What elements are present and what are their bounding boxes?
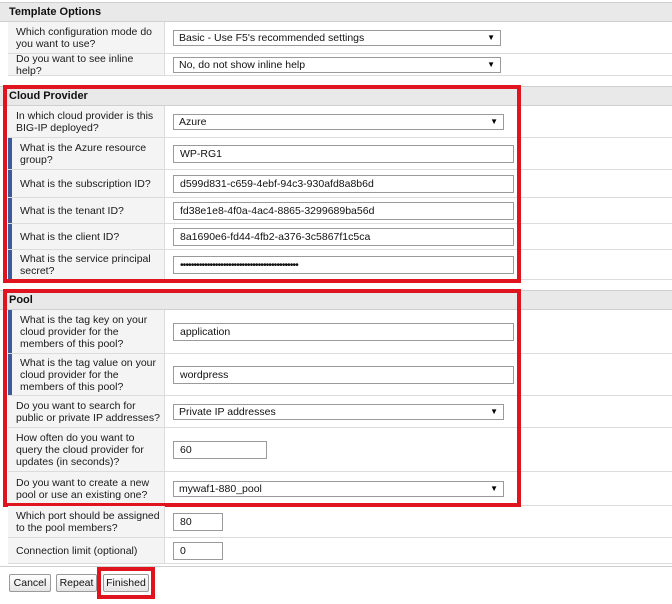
pool-choice-label: Do you want to create a new pool or use … — [8, 472, 165, 505]
connection-limit-input[interactable]: 0 — [173, 541, 223, 560]
ip-search-row: Do you want to search for public or priv… — [8, 396, 672, 428]
chevron-down-icon: ▼ — [490, 483, 498, 493]
cloud-provider-row: In which cloud provider is this BIG-IP d… — [8, 106, 672, 138]
cloud-provider-select[interactable]: Azure ▼ — [173, 113, 504, 130]
member-port-label: Which port should be assigned to the poo… — [8, 506, 165, 537]
subscription-id-label: What is the subscription ID? — [8, 170, 165, 197]
tag-value-input[interactable]: wordpress — [173, 365, 514, 384]
query-interval-row: How often do you want to query the cloud… — [8, 428, 672, 472]
principal-secret-input[interactable]: ••••••••••••••••••••••••••••••••••••••••… — [173, 255, 514, 274]
tenant-id-input[interactable]: fd38e1e8-4f0a-4ac4-8865-3299689ba56d — [173, 201, 514, 220]
subscription-id-input[interactable]: d599d831-c659-4ebf-94c3-930afd8a8b6d — [173, 174, 514, 193]
chevron-down-icon: ▼ — [487, 32, 495, 42]
tag-value-row: What is the tag value on your cloud prov… — [8, 354, 672, 396]
connection-limit-label: Connection limit (optional) — [8, 538, 165, 563]
cancel-button[interactable]: Cancel — [9, 574, 51, 592]
tag-value-label: What is the tag value on your cloud prov… — [8, 354, 165, 395]
config-mode-select[interactable]: Basic - Use F5's recommended settings ▼ — [173, 29, 501, 46]
pool-choice-select[interactable]: mywaf1-880_pool ▼ — [173, 480, 504, 497]
subscription-id-row: What is the subscription ID? d599d831-c6… — [8, 170, 672, 198]
tenant-id-row: What is the tenant ID? fd38e1e8-4f0a-4ac… — [8, 198, 672, 224]
ip-search-value: Private IP addresses — [179, 405, 276, 418]
pool-choice-value: mywaf1-880_pool — [179, 482, 262, 495]
member-port-input[interactable]: 80 — [173, 512, 223, 531]
chevron-down-icon: ▼ — [490, 406, 498, 416]
member-port-row: Which port should be assigned to the poo… — [8, 506, 672, 538]
inline-help-value: No, do not show inline help — [179, 58, 306, 71]
section-template-options: Template Options — [0, 2, 672, 22]
config-mode-label: Which configuration mode do you want to … — [8, 22, 165, 53]
finished-button[interactable]: Finished — [103, 574, 149, 592]
ip-search-label: Do you want to search for public or priv… — [8, 396, 165, 427]
client-id-row: What is the client ID? 8a1690e6-fd44-4fb… — [8, 224, 672, 250]
pool-choice-row: Do you want to create a new pool or use … — [8, 472, 672, 506]
query-interval-label: How often do you want to query the cloud… — [8, 428, 165, 471]
inline-help-row: Do you want to see inline help? No, do n… — [8, 53, 672, 77]
chevron-down-icon: ▼ — [490, 116, 498, 126]
inline-help-select[interactable]: No, do not show inline help ▼ — [173, 56, 501, 73]
ip-search-select[interactable]: Private IP addresses ▼ — [173, 403, 504, 420]
footer-divider — [0, 566, 672, 567]
tag-key-row: What is the tag key on your cloud provid… — [8, 310, 672, 354]
repeat-button[interactable]: Repeat — [56, 574, 97, 592]
tenant-id-label: What is the tenant ID? — [8, 198, 165, 223]
section-pool: Pool — [0, 290, 672, 310]
chevron-down-icon: ▼ — [487, 59, 495, 69]
cloud-provider-label: In which cloud provider is this BIG-IP d… — [8, 106, 165, 137]
section-cloud-provider: Cloud Provider — [0, 86, 672, 106]
config-mode-row: Which configuration mode do you want to … — [8, 22, 672, 54]
tag-key-label: What is the tag key on your cloud provid… — [8, 310, 165, 353]
client-id-label: What is the client ID? — [8, 224, 165, 249]
inline-help-label: Do you want to see inline help? — [8, 53, 165, 77]
query-interval-input[interactable]: 60 — [173, 440, 267, 459]
client-id-input[interactable]: 8a1690e6-fd44-4fb2-a376-3c5867f1c5ca — [173, 227, 514, 246]
resource-group-row: What is the Azure resource group? WP-RG1 — [8, 138, 672, 170]
connection-limit-row: Connection limit (optional) 0 — [8, 538, 672, 564]
cloud-provider-value: Azure — [179, 115, 207, 128]
tag-key-input[interactable]: application — [173, 322, 514, 341]
resource-group-label: What is the Azure resource group? — [8, 138, 165, 169]
principal-secret-label: What is the service principal secret? — [8, 250, 165, 279]
resource-group-input[interactable]: WP-RG1 — [173, 144, 514, 163]
principal-secret-row: What is the service principal secret? ••… — [8, 250, 672, 280]
config-mode-value: Basic - Use F5's recommended settings — [179, 31, 365, 44]
